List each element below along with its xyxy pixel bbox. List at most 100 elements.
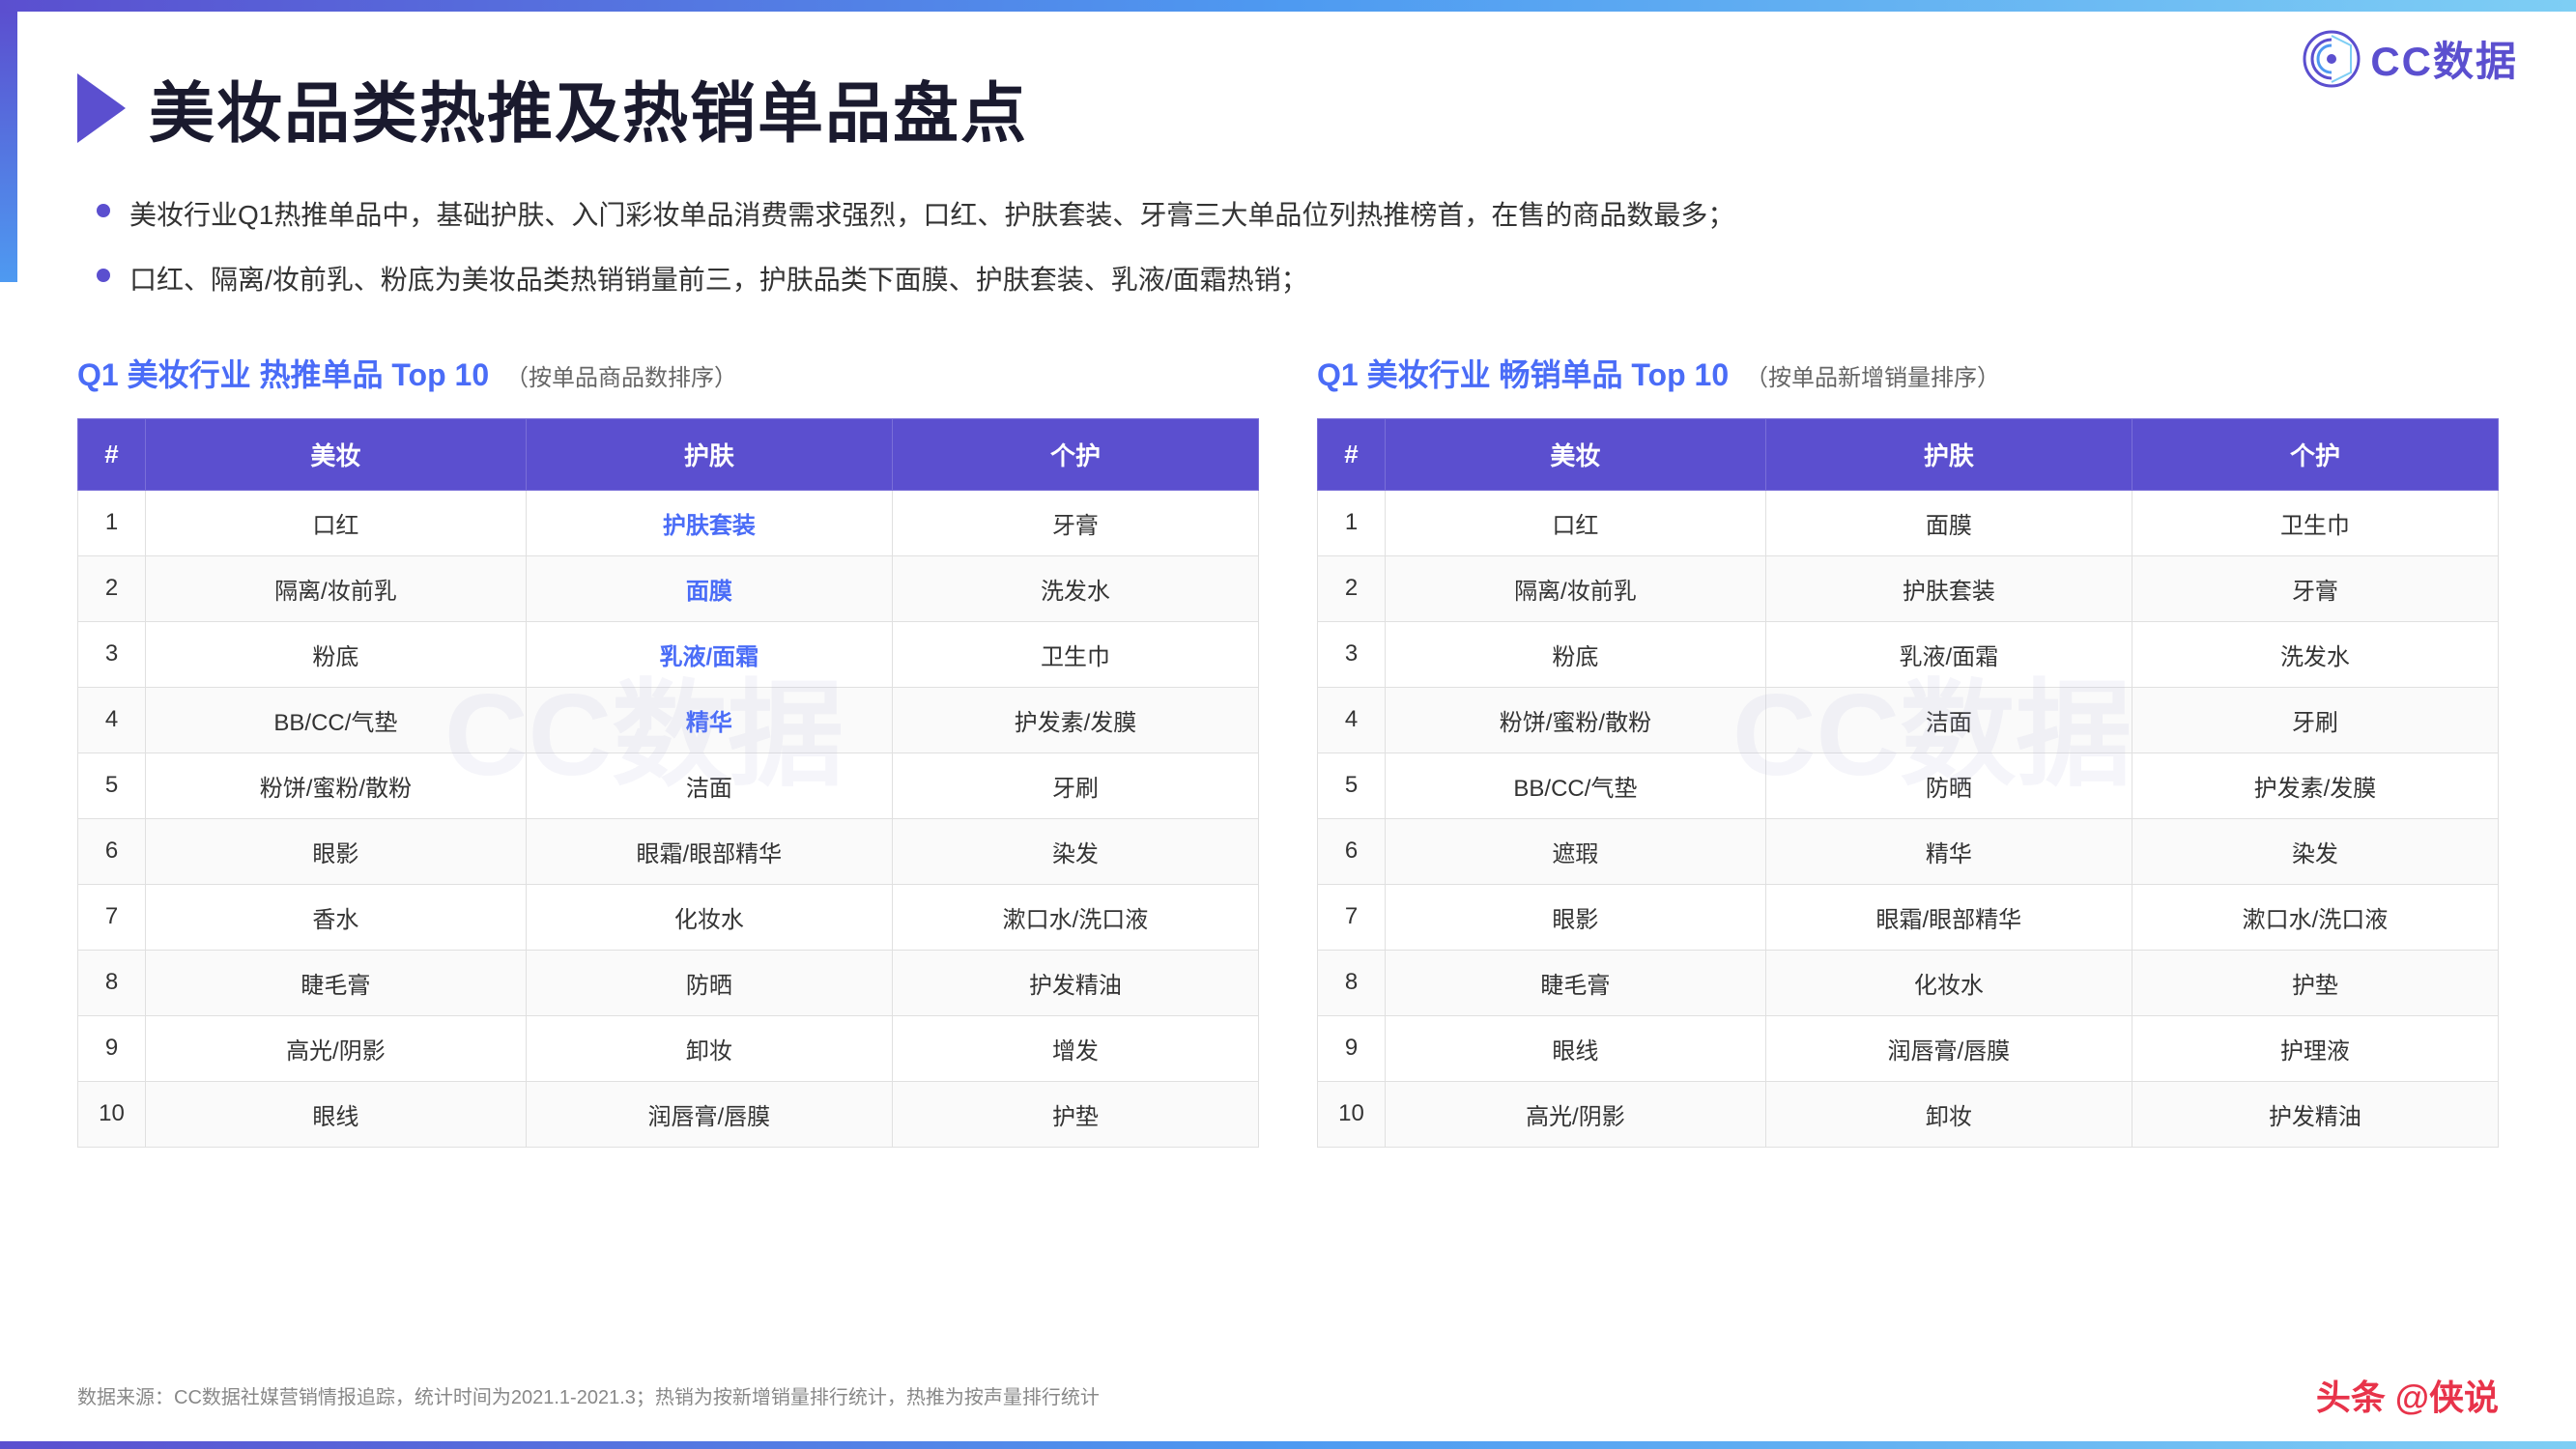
table-cell: 漱口水/洗口液 [892,884,1258,950]
table-cell: 4 [78,687,146,753]
table-cell: 牙膏 [892,490,1258,555]
title-arrow-icon [77,73,126,143]
table-cell: 护垫 [2132,950,2498,1015]
table-cell: 8 [1318,950,1386,1015]
table-cell: 5 [1318,753,1386,818]
table-cell: 护肤套装 [1765,555,2132,621]
table2-block: Q1 美妆行业 畅销单品 Top 10 （按单品新增销量排序） # 美妆 护肤 … [1317,351,2499,1148]
table-cell: 化妆水 [526,884,892,950]
table2-col-hash: # [1318,418,1386,490]
table-cell: 口红 [146,490,527,555]
table-cell: 护发素/发膜 [892,687,1258,753]
table1: # 美妆 护肤 个护 1口红护肤套装牙膏2隔离/妆前乳面膜洗发水3粉底乳液/面霜… [77,418,1259,1148]
table-row: 3粉底乳液/面霜卫生巾 [78,621,1259,687]
table-cell: BB/CC/气垫 [146,687,527,753]
table-row: 9眼线润唇膏/唇膜护理液 [1318,1015,2499,1081]
table-cell: 9 [78,1015,146,1081]
left-accent-bar [0,12,17,282]
table1-col-skincare: 护肤 [526,418,892,490]
table-cell: 2 [78,555,146,621]
table-cell: 牙刷 [892,753,1258,818]
footer-brand-text: 头条 @侠说 [2316,1378,2499,1417]
table-row: 6遮瑕精华染发 [1318,818,2499,884]
table-row: 7香水化妆水漱口水/洗口液 [78,884,1259,950]
table-row: 1口红护肤套装牙膏 [78,490,1259,555]
table2-col-beauty: 美妆 [1386,418,1766,490]
table-row: 10高光/阴影卸妆护发精油 [1318,1081,2499,1147]
table-cell: 乳液/面霜 [1765,621,2132,687]
page-title: 美妆品类热推及热销单品盘点 [149,60,1028,156]
footer-brand: 头条 @侠说 [2316,1370,2499,1420]
table-row: 5粉饼/蜜粉/散粉洁面牙刷 [78,753,1259,818]
table-row: 3粉底乳液/面霜洗发水 [1318,621,2499,687]
table-row: 2隔离/妆前乳护肤套装牙膏 [1318,555,2499,621]
table-cell: 隔离/妆前乳 [1386,555,1766,621]
table-cell: BB/CC/气垫 [1386,753,1766,818]
table2-subtitle: （按单品新增销量排序） [1745,365,2000,391]
table-cell: 7 [1318,884,1386,950]
table2-col-skincare: 护肤 [1765,418,2132,490]
table-cell: 4 [1318,687,1386,753]
footer-source-text: 数据来源：CC数据社媒营销情报追踪，统计时间为2021.1-2021.3；热销为… [77,1381,1100,1409]
table1-body: 1口红护肤套装牙膏2隔离/妆前乳面膜洗发水3粉底乳液/面霜卫生巾4BB/CC/气… [78,490,1259,1147]
table-cell: 10 [1318,1081,1386,1147]
table-cell: 6 [78,818,146,884]
table-cell: 染发 [892,818,1258,884]
table-row: 1口红面膜卫生巾 [1318,490,2499,555]
table-row: 8睫毛膏防晒护发精油 [78,950,1259,1015]
table2-title: Q1 美妆行业 畅销单品 Top 10 （按单品新增销量排序） [1317,351,2499,395]
table-cell: 眼霜/眼部精华 [1765,884,2132,950]
table-cell: 隔离/妆前乳 [146,555,527,621]
table1-col-hash: # [78,418,146,490]
table-row: 7眼影眼霜/眼部精华漱口水/洗口液 [1318,884,2499,950]
table-cell: 3 [78,621,146,687]
table-cell: 卫生巾 [2132,490,2498,555]
table-cell: 护肤套装 [526,490,892,555]
table-row: 8睫毛膏化妆水护垫 [1318,950,2499,1015]
table-cell: 精华 [526,687,892,753]
table-cell: 睫毛膏 [1386,950,1766,1015]
bullet-item-2: 口红、隔离/妆前乳、粉底为美妆品类热销销量前三，护肤品类下面膜、护肤套装、乳液/… [97,259,2499,302]
table-cell: 1 [78,490,146,555]
table-cell: 高光/阴影 [1386,1081,1766,1147]
table-cell: 护发精油 [2132,1081,2498,1147]
bottom-gradient-bar [0,1441,2576,1449]
table2-body: 1口红面膜卫生巾2隔离/妆前乳护肤套装牙膏3粉底乳液/面霜洗发水4粉饼/蜜粉/散… [1318,490,2499,1147]
table-cell: 遮瑕 [1386,818,1766,884]
table1-col-personal: 个护 [892,418,1258,490]
tables-section: Q1 美妆行业 热推单品 Top 10 （按单品商品数排序） # 美妆 护肤 个… [77,351,2499,1148]
bullet-dot-2 [97,269,110,282]
table-cell: 粉底 [1386,621,1766,687]
bullet-section: 美妆行业Q1热推单品中，基础护肤、入门彩妆单品消费需求强烈，口红、护肤套装、牙膏… [77,194,2499,302]
table-row: 9高光/阴影卸妆增发 [78,1015,1259,1081]
table-cell: 漱口水/洗口液 [2132,884,2498,950]
table-cell: 眼影 [146,818,527,884]
table-cell: 卸妆 [1765,1081,2132,1147]
top-gradient-bar [0,0,2576,12]
table2-header-row: # 美妆 护肤 个护 [1318,418,2499,490]
table-cell: 高光/阴影 [146,1015,527,1081]
table-cell: 9 [1318,1015,1386,1081]
logo-text: CC数据 [2370,29,2518,88]
table2-col-personal: 个护 [2132,418,2498,490]
table-cell: 面膜 [526,555,892,621]
table-cell: 防晒 [1765,753,2132,818]
table-row: 5BB/CC/气垫防晒护发素/发膜 [1318,753,2499,818]
table-cell: 口红 [1386,490,1766,555]
table-row: 10眼线润唇膏/唇膜护垫 [78,1081,1259,1147]
page-content: 美妆品类热推及热销单品盘点 美妆行业Q1热推单品中，基础护肤、入门彩妆单品消费需… [0,12,2576,1186]
table-cell: 5 [78,753,146,818]
table-cell: 7 [78,884,146,950]
table-cell: 洁面 [1765,687,2132,753]
table-row: 2隔离/妆前乳面膜洗发水 [78,555,1259,621]
table-cell: 乳液/面霜 [526,621,892,687]
table-cell: 粉饼/蜜粉/散粉 [146,753,527,818]
table-cell: 护垫 [892,1081,1258,1147]
table-cell: 牙膏 [2132,555,2498,621]
table-cell: 护理液 [2132,1015,2498,1081]
cc-logo-icon [2303,30,2361,88]
table-cell: 洗发水 [2132,621,2498,687]
table-cell: 眼影 [1386,884,1766,950]
table1-title: Q1 美妆行业 热推单品 Top 10 （按单品商品数排序） [77,351,1259,395]
table-cell: 8 [78,950,146,1015]
